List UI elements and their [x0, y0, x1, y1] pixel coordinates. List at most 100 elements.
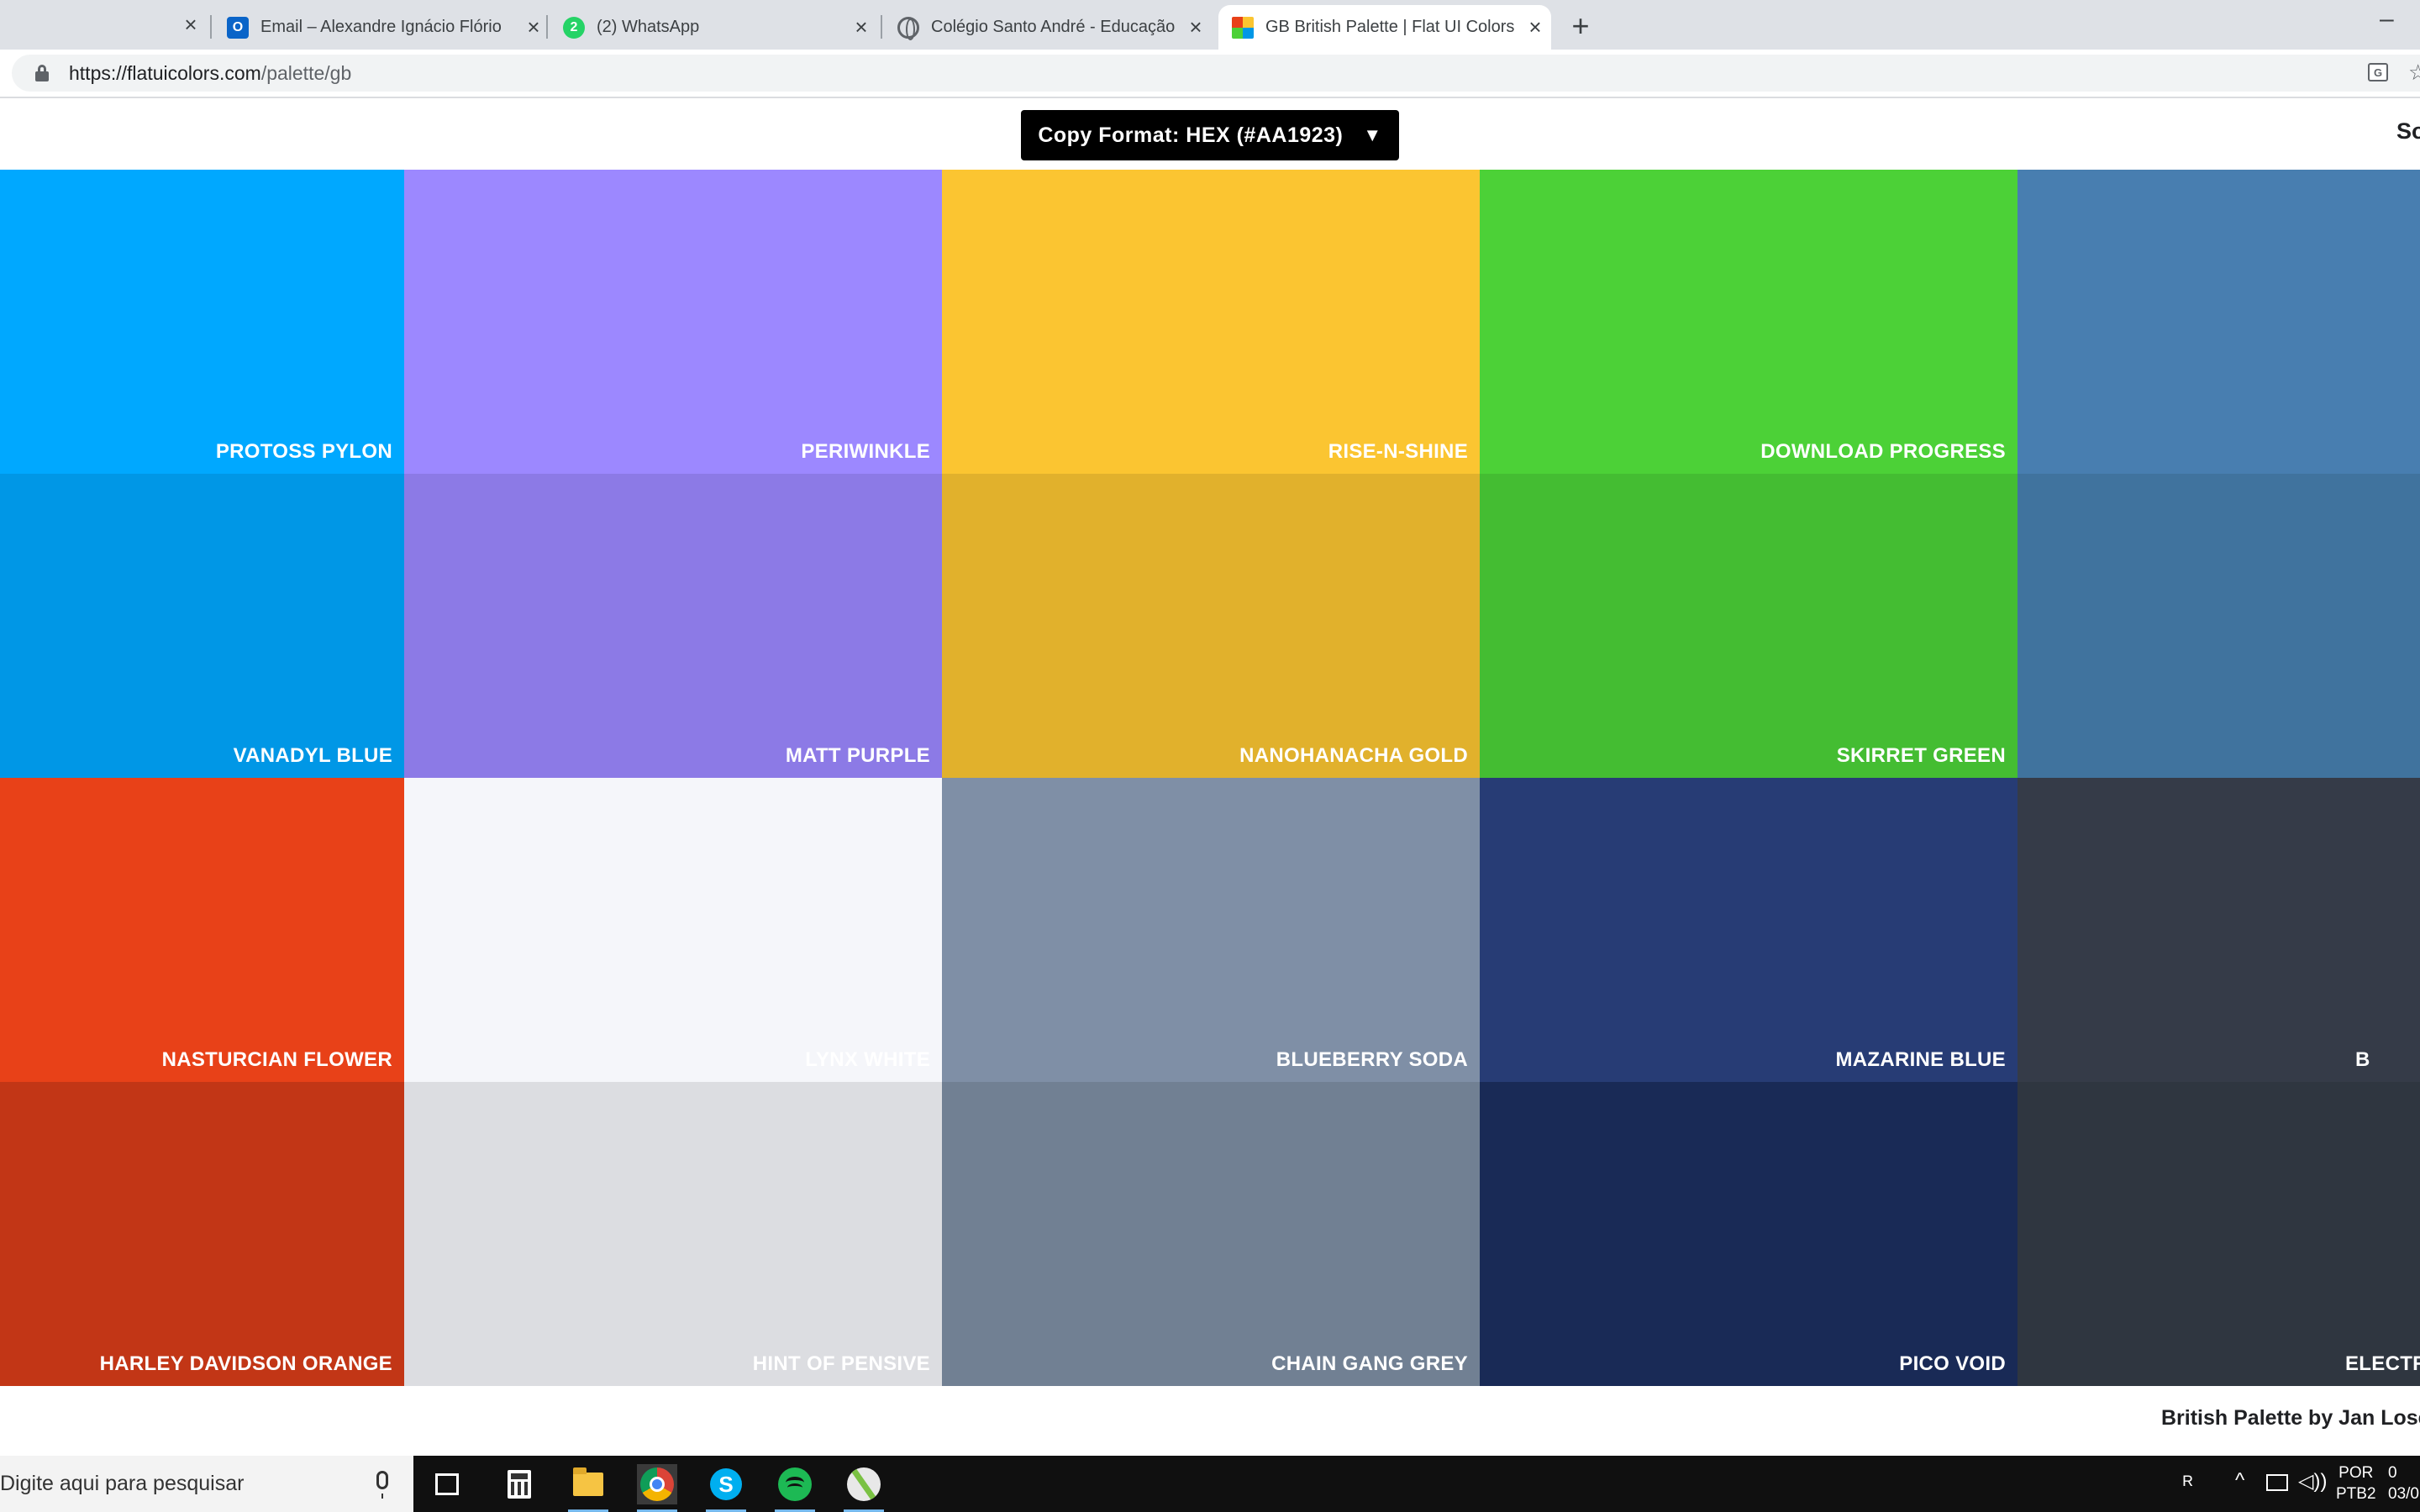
app-icon — [847, 1467, 881, 1501]
globe-icon — [897, 16, 919, 40]
window-minimize-button[interactable]: – — [2380, 5, 2394, 34]
search-placeholder: Digite aqui para pesquisar — [0, 1472, 245, 1495]
color-name: B — [2355, 1048, 2370, 1071]
clock-date: 03/0 — [2388, 1485, 2419, 1503]
color-name: Rise-N-Shine — [1328, 440, 1468, 463]
screen: × O Email – Alexandre Ignácio Flório × 2… — [0, 0, 2420, 1512]
file-explorer-button[interactable] — [568, 1464, 608, 1512]
tab-separator — [546, 15, 548, 39]
color-name: Harley Davidson Orange — [99, 1352, 392, 1375]
color-name: Mazarine Blue — [1835, 1048, 2006, 1071]
color-swatch[interactable]: Vanadyl Blue — [0, 474, 404, 778]
color-swatch[interactable]: Chain Gang Grey — [942, 1082, 1480, 1386]
skype-button[interactable]: S — [706, 1464, 746, 1512]
file-explorer-icon — [573, 1467, 603, 1496]
clock[interactable]: 0 03/0 — [2388, 1462, 2419, 1504]
color-name: Pico Void — [1899, 1352, 2006, 1375]
translate-icon[interactable]: G — [2368, 63, 2388, 81]
task-view-button[interactable] — [427, 1464, 467, 1504]
tab-email[interactable]: O Email – Alexandre Ignácio Flório × — [227, 5, 546, 50]
color-swatch[interactable]: Mazarine Blue — [1480, 778, 2018, 1082]
color-name: Nanohanacha Gold — [1239, 744, 1468, 767]
calculator-icon — [508, 1470, 531, 1499]
caret-down-icon: ▼ — [1363, 124, 1382, 145]
volume-icon[interactable]: ◁)) — [2298, 1469, 2327, 1494]
color-swatch[interactable]: Skirret Green — [1480, 474, 2018, 778]
color-swatch[interactable]: Hint of Pensive — [404, 1082, 942, 1386]
color-swatch[interactable]: B — [2018, 778, 2420, 1082]
color-swatch[interactable]: Lynx White — [404, 778, 942, 1082]
color-name: Vanadyl Blue — [233, 744, 392, 767]
app-button[interactable] — [844, 1464, 884, 1512]
color-swatch[interactable]: Matt Purple — [404, 474, 942, 778]
color-name: Skirret Green — [1836, 744, 2006, 767]
color-name: Electr — [2345, 1352, 2420, 1375]
color-swatch[interactable]: Nanohanacha Gold — [942, 474, 1480, 778]
color-swatch[interactable]: Rise-N-Shine — [942, 170, 1480, 474]
copy-format-dropdown[interactable]: Copy Format: HEX (#AA1923) ▼ — [1021, 110, 1399, 160]
tab-colegio[interactable]: Colégio Santo André - Educação × — [897, 5, 1208, 50]
chrome-icon — [640, 1467, 674, 1501]
color-name: Chain Gang Grey — [1271, 1352, 1468, 1375]
tab-whatsapp[interactable]: 2 (2) WhatsApp × — [563, 5, 874, 50]
microphone-icon[interactable] — [376, 1471, 388, 1499]
palette-grid: Protoss Pylon Periwinkle Rise-N-Shine Downl… — [0, 170, 2420, 1386]
tab-close-button[interactable]: × — [1523, 14, 1548, 40]
color-swatch[interactable]: Blueberry Soda — [942, 778, 1480, 1082]
copy-format-label: Copy Format: HEX (#AA1923) — [1038, 123, 1344, 147]
tab-separator — [881, 15, 882, 39]
tab-title: GB British Palette | Flat UI Colors — [1265, 18, 1515, 36]
tab-title: Email – Alexandre Ignácio Flório — [260, 18, 502, 36]
browser-tab-strip: × O Email – Alexandre Ignácio Flório × 2… — [0, 0, 2420, 50]
tab-close-button[interactable]: × — [849, 14, 874, 40]
color-swatch[interactable] — [2018, 474, 2420, 778]
color-name: Download Progress — [1760, 440, 2006, 463]
url-path: /palette/gb — [260, 61, 352, 84]
outlook-icon: O — [227, 16, 249, 39]
taskbar-search-box[interactable]: Digite aqui para pesquisar — [0, 1456, 413, 1512]
address-bar[interactable]: https://flatuicolors.com/palette/gb — [12, 55, 2420, 92]
tab-close-button[interactable]: × — [521, 14, 546, 40]
color-swatch[interactable]: Download Progress — [1480, 170, 2018, 474]
tab-title: (2) WhatsApp — [597, 18, 700, 36]
color-name: Hint of Pensive — [752, 1352, 930, 1375]
show-hidden-icons-chevron-icon[interactable]: ^ — [2235, 1469, 2244, 1493]
color-name: Lynx White — [805, 1048, 930, 1071]
tab-close-button-hidden-tab[interactable]: × — [178, 12, 203, 37]
bookmark-star-icon[interactable]: ☆ — [2408, 60, 2420, 86]
windows-taskbar: Digite aqui para pesquisar S ᴿ ^ ◁)) POR… — [0, 1456, 2420, 1512]
lock-icon[interactable] — [35, 65, 50, 81]
whatsapp-icon: 2 — [563, 16, 585, 39]
color-swatch[interactable]: Periwinkle — [404, 170, 942, 474]
color-swatch[interactable]: Protoss Pylon — [0, 170, 404, 474]
tab-title: Colégio Santo André - Educação — [931, 18, 1176, 36]
skype-icon: S — [710, 1468, 742, 1500]
spotify-icon — [778, 1467, 812, 1501]
input-language-indicator[interactable]: POR PTB2 — [2336, 1462, 2376, 1504]
network-icon[interactable] — [2266, 1474, 2288, 1491]
color-name: Nasturcian Flower — [161, 1048, 392, 1071]
spotify-button[interactable] — [775, 1464, 815, 1512]
palette-credit: British Palette by Jan Lose — [2161, 1406, 2420, 1430]
tab-separator — [210, 15, 212, 39]
chrome-button[interactable] — [637, 1464, 677, 1512]
tab-close-button[interactable]: × — [1183, 14, 1208, 40]
color-swatch[interactable]: Harley Davidson Orange — [0, 1082, 404, 1386]
language-code: POR — [2338, 1464, 2374, 1482]
url-text[interactable]: https://flatuicolors.com/palette/gb — [69, 62, 351, 85]
color-name: Matt Purple — [785, 744, 930, 767]
color-swatch[interactable]: Electr — [2018, 1082, 2420, 1386]
new-tab-button[interactable]: + — [1565, 8, 1597, 43]
color-swatch[interactable] — [2018, 170, 2420, 474]
color-swatch[interactable]: Pico Void — [1480, 1082, 2018, 1386]
color-name: Blueberry Soda — [1276, 1048, 1468, 1071]
flatuicolors-icon — [1232, 16, 1254, 39]
color-name: Periwinkle — [801, 440, 930, 463]
color-swatch[interactable]: Nasturcian Flower — [0, 778, 404, 1082]
page-header: Copy Format: HEX (#AA1923) ▼ So — [0, 98, 2420, 170]
sound-toggle-label[interactable]: So — [2396, 118, 2420, 144]
people-icon[interactable]: ᴿ — [2183, 1471, 2193, 1497]
tab-flatuicolors[interactable]: GB British Palette | Flat UI Colors × — [1218, 5, 1551, 50]
calculator-button[interactable] — [499, 1464, 539, 1504]
keyboard-layout: PTB2 — [2336, 1485, 2376, 1503]
